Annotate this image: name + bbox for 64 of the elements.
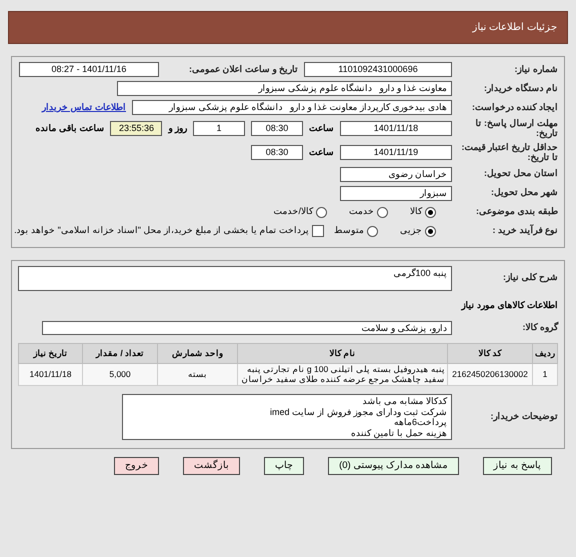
radio-button[interactable]	[425, 226, 436, 237]
action-button[interactable]: خروج	[114, 457, 160, 476]
field-label: گروه کالا:	[522, 322, 558, 332]
field-label: توضیحات خریدار:	[490, 412, 558, 422]
option-label: متوسط	[334, 224, 364, 238]
radio-button[interactable]	[316, 206, 327, 218]
goods-group-field: دارو، پزشکی و سلامت	[42, 320, 452, 335]
column-header: ردیف	[532, 344, 558, 364]
description-field: پنبه 100گرمی	[18, 266, 452, 291]
deadline-time-field: 08:30	[251, 121, 303, 136]
action-button[interactable]: بازگشت	[183, 457, 240, 476]
announce-date-field: 1401/11/16 - 08:27	[19, 62, 159, 77]
field-label: روز و	[168, 122, 187, 136]
field-label: طبقه بندی موضوعی:	[475, 207, 558, 217]
table-cell: 2162450206130002	[448, 363, 532, 386]
field-label: شرح کلی نیاز:	[502, 273, 558, 283]
page-header: جزئیات اطلاعات نیاز	[8, 11, 568, 44]
radio-button[interactable]	[367, 226, 378, 237]
validity-time-field: 08:30	[251, 145, 303, 160]
field-label: حداقل تاریخ اعتبار قیمت: تا تاریخ:	[460, 142, 558, 163]
column-header: واحد شمارش	[158, 344, 238, 364]
field-label: ساعت	[309, 146, 334, 159]
field-label: ایجاد کننده درخواست:	[471, 102, 558, 112]
option-label: کالا/خدمت	[273, 205, 313, 218]
need-number-field: 1101092431000696	[304, 62, 452, 77]
field-label: ساعت	[309, 122, 334, 136]
action-button[interactable]: مشاهده مدارک پیوستی (0)	[328, 457, 459, 476]
option-label: جزیی	[400, 224, 422, 238]
section-title: اطلاعات کالاهای مورد نیاز	[461, 298, 558, 312]
remaining-time-field: 23:55:36	[110, 121, 162, 136]
days-field: 1	[193, 121, 245, 136]
table-cell: بسته	[158, 363, 238, 386]
table-cell: 1401/11/18	[18, 363, 82, 386]
table-cell: 1	[532, 363, 558, 386]
field-label: نام دستگاه خریدار:	[483, 84, 558, 94]
notes-field: کدکالا مشابه می باشد شرکت ثبت ودارای مجوز فروش از سایت imed پرداخت6ماهه هزینه حمل با تامین کننده	[122, 394, 452, 440]
field-label: استان محل تحویل:	[483, 169, 558, 179]
action-button[interactable]: پاسخ به نیاز	[482, 457, 552, 476]
creator-field: هادی بیدخوری کارپرداز معاونت غذا و دارو دانشگاه علوم پزشکی سبزوار	[132, 100, 452, 115]
checkbox-label: پرداخت تمام یا بخشی از مبلغ خرید،از محل "اسناد خزانه اسلامی" خواهد بود.	[14, 224, 309, 238]
radio-button[interactable]	[377, 206, 388, 218]
radio-button[interactable]	[425, 206, 436, 218]
column-header: نام کالا	[238, 344, 448, 364]
action-button[interactable]: چاپ	[264, 457, 304, 476]
option-label: خدمت	[349, 205, 374, 218]
field-label: تاریخ و ساعت اعلان عمومی:	[189, 62, 298, 76]
table-cell: 5,000	[82, 363, 158, 386]
field-label: مهلت ارسال پاسخ: تا تاریخ:	[474, 119, 558, 139]
validity-date-field: 1401/11/19	[340, 145, 452, 160]
column-header: کد کالا	[448, 344, 532, 364]
province-field: خراسان رضوی	[340, 166, 452, 182]
field-label: نوع فرآیند خرید :	[492, 226, 558, 236]
field-label: شماره نیاز:	[514, 64, 558, 74]
field-label: شهر محل تحویل:	[490, 188, 558, 198]
buyer-contact-link[interactable]: اطلاعات تماس خریدار	[42, 100, 126, 114]
column-header: تعداد / مقدار	[82, 344, 158, 364]
buyer-field: معاونت غذا و دارو دانشگاه علوم پزشکی سبزوار	[117, 81, 452, 96]
checkbox[interactable]	[312, 225, 324, 238]
deadline-date-field: 1401/11/18	[340, 121, 452, 136]
column-header: تاریخ نیاز	[18, 344, 82, 364]
table-cell: پنبه هیدروفیل بسته پلی اتیلنی 100 g نام تجارتی پنبه سفید چاهشک مرجع عرضه کننده طلای سفید خراسان	[238, 363, 448, 386]
option-label: کالا	[410, 205, 422, 218]
field-label: ساعت باقی مانده	[35, 122, 104, 136]
city-field: سبزوار	[340, 186, 452, 201]
